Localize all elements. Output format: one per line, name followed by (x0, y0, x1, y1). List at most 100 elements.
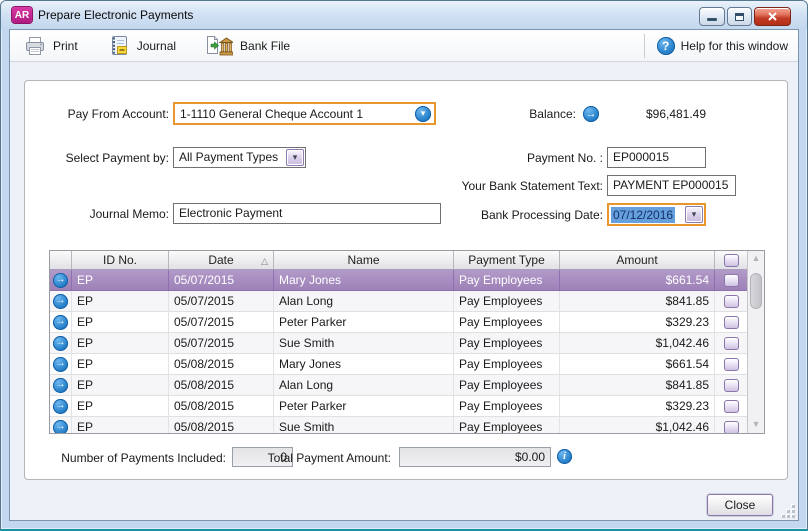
checkbox-icon[interactable] (723, 420, 739, 433)
row-date: 05/07/2015 (169, 270, 274, 290)
row-include-checkbox[interactable] (715, 417, 747, 433)
row-detail-arrow-icon[interactable]: → (50, 270, 72, 290)
row-detail-arrow-icon[interactable]: → (50, 291, 72, 311)
date-dropdown-icon[interactable]: ▾ (685, 206, 703, 223)
close-icon (768, 12, 777, 21)
row-payment-type: Pay Employees (454, 312, 560, 332)
header-name[interactable]: Name (274, 251, 454, 269)
app-window: AR Prepare Electronic Payments Print Jou… (0, 0, 808, 531)
pay-from-account-combo[interactable]: 1-1110 General Cheque Account 1 ▾ (173, 102, 436, 125)
toolbar-divider (643, 33, 645, 58)
row-payment-type: Pay Employees (454, 354, 560, 374)
minimize-button[interactable] (699, 7, 725, 26)
scroll-up-icon[interactable]: ▲ (748, 251, 764, 267)
row-amount: $1,042.46 (560, 417, 715, 433)
payment-type-dropdown-icon[interactable]: ▾ (286, 149, 304, 166)
row-name: Sue Smith (274, 417, 454, 433)
checkbox-icon[interactable] (723, 273, 739, 287)
row-detail-arrow-icon[interactable]: → (50, 417, 72, 433)
header-date[interactable]: Date △ (169, 251, 274, 269)
total-payment-value: $0.00 (399, 447, 551, 467)
close-button[interactable]: Close (707, 494, 773, 516)
row-include-checkbox[interactable] (715, 291, 747, 311)
row-include-checkbox[interactable] (715, 396, 747, 416)
select-all-checkbox-icon[interactable] (723, 253, 739, 267)
row-detail-arrow-icon[interactable]: → (50, 312, 72, 332)
payments-included-label: Number of Payments Included: (61, 451, 226, 465)
journal-icon (111, 36, 127, 55)
info-icon[interactable]: i (557, 449, 572, 464)
row-detail-arrow-icon[interactable]: → (50, 333, 72, 353)
window-title: Prepare Electronic Payments (38, 8, 194, 22)
payments-table-grid: ID No. Date △ Name Payment Type Amount → E… (50, 251, 747, 433)
table-row[interactable]: → EP 05/08/2015 Mary Jones Pay Employees $661… (50, 354, 747, 375)
select-payment-by-dropdown[interactable]: All Payment Types ▾ (173, 147, 306, 168)
header-select-all[interactable] (715, 251, 747, 269)
header-id[interactable]: ID No. (72, 251, 169, 269)
payment-no-label: Payment No. : (526, 151, 603, 165)
print-label: Print (53, 38, 78, 53)
row-include-checkbox[interactable] (715, 333, 747, 353)
checkbox-icon[interactable] (723, 294, 739, 308)
row-date: 05/07/2015 (169, 312, 274, 332)
pay-from-account-value: 1-1110 General Cheque Account 1 (180, 106, 364, 121)
row-date: 05/08/2015 (169, 354, 274, 374)
balance-label: Balance: (529, 107, 576, 121)
table-row[interactable]: → EP 05/08/2015 Sue Smith Pay Employees $1,04… (50, 417, 747, 433)
checkbox-icon[interactable] (723, 378, 739, 392)
resize-grip[interactable] (781, 504, 795, 518)
bank-statement-text-input[interactable]: PAYMENT EP000015 (607, 175, 736, 196)
content-area: Pay From Account: 1-1110 General Cheque … (10, 62, 798, 520)
row-include-checkbox[interactable] (715, 270, 747, 290)
printer-icon (26, 36, 44, 55)
row-payment-type: Pay Employees (454, 291, 560, 311)
journal-memo-input[interactable]: Electronic Payment (173, 203, 441, 224)
checkbox-icon[interactable] (723, 315, 739, 329)
scrollbar-thumb[interactable] (750, 273, 762, 309)
row-date: 05/08/2015 (169, 417, 274, 433)
row-detail-arrow-icon[interactable]: → (50, 375, 72, 395)
row-include-checkbox[interactable] (715, 312, 747, 332)
header-amount[interactable]: Amount (560, 251, 715, 269)
account-dropdown-icon[interactable]: ▾ (415, 105, 431, 122)
minimize-icon (707, 18, 717, 21)
table-row[interactable]: → EP 05/08/2015 Peter Parker Pay Employees $3… (50, 396, 747, 417)
payments-table-body: → EP 05/07/2015 Mary Jones Pay Employees $661… (50, 270, 747, 433)
table-row[interactable]: → EP 05/07/2015 Alan Long Pay Employees $841.… (50, 291, 747, 312)
row-detail-arrow-icon[interactable]: → (50, 396, 72, 416)
balance-drilldown-arrow-icon[interactable]: → (583, 106, 599, 122)
row-date: 05/08/2015 (169, 396, 274, 416)
row-detail-arrow-icon[interactable]: → (50, 354, 72, 374)
titlebar[interactable]: AR Prepare Electronic Payments (1, 1, 807, 29)
header-payment-type[interactable]: Payment Type (454, 251, 560, 269)
date-selected-text: 07/12/2016 (611, 206, 676, 223)
table-scrollbar[interactable]: ▲ ▼ (747, 251, 764, 433)
restore-button[interactable] (727, 7, 752, 26)
row-include-checkbox[interactable] (715, 354, 747, 374)
print-button[interactable]: Print (24, 36, 78, 56)
row-id: EP (72, 291, 169, 311)
row-amount: $661.54 (560, 354, 715, 374)
bank-processing-date-input[interactable]: 07/12/2016 ▾ (607, 203, 706, 226)
checkbox-icon[interactable] (723, 399, 739, 413)
row-amount: $329.23 (560, 312, 715, 332)
row-id: EP (72, 333, 169, 353)
journal-button[interactable]: Journal (108, 35, 176, 56)
row-include-checkbox[interactable] (715, 375, 747, 395)
row-amount: $841.85 (560, 375, 715, 395)
table-row[interactable]: → EP 05/07/2015 Sue Smith Pay Employees $1,04… (50, 333, 747, 354)
checkbox-icon[interactable] (723, 336, 739, 350)
window-client-area: Print Journal Bank File ? Help for this … (9, 29, 799, 521)
payment-no-input[interactable]: EP000015 (607, 147, 706, 168)
table-row[interactable]: → EP 05/08/2015 Alan Long Pay Employees $841.… (50, 375, 747, 396)
row-name: Alan Long (274, 375, 454, 395)
checkbox-icon[interactable] (723, 357, 739, 371)
scroll-down-icon[interactable]: ▼ (748, 417, 764, 433)
bank-file-button[interactable]: Bank File (206, 35, 290, 56)
help-button[interactable]: ? Help for this window (656, 36, 788, 55)
close-window-button[interactable] (754, 7, 791, 26)
row-id: EP (72, 270, 169, 290)
table-row[interactable]: → EP 05/07/2015 Mary Jones Pay Employees $661… (50, 270, 747, 291)
row-name: Peter Parker (274, 396, 454, 416)
table-row[interactable]: → EP 05/07/2015 Peter Parker Pay Employees $3… (50, 312, 747, 333)
